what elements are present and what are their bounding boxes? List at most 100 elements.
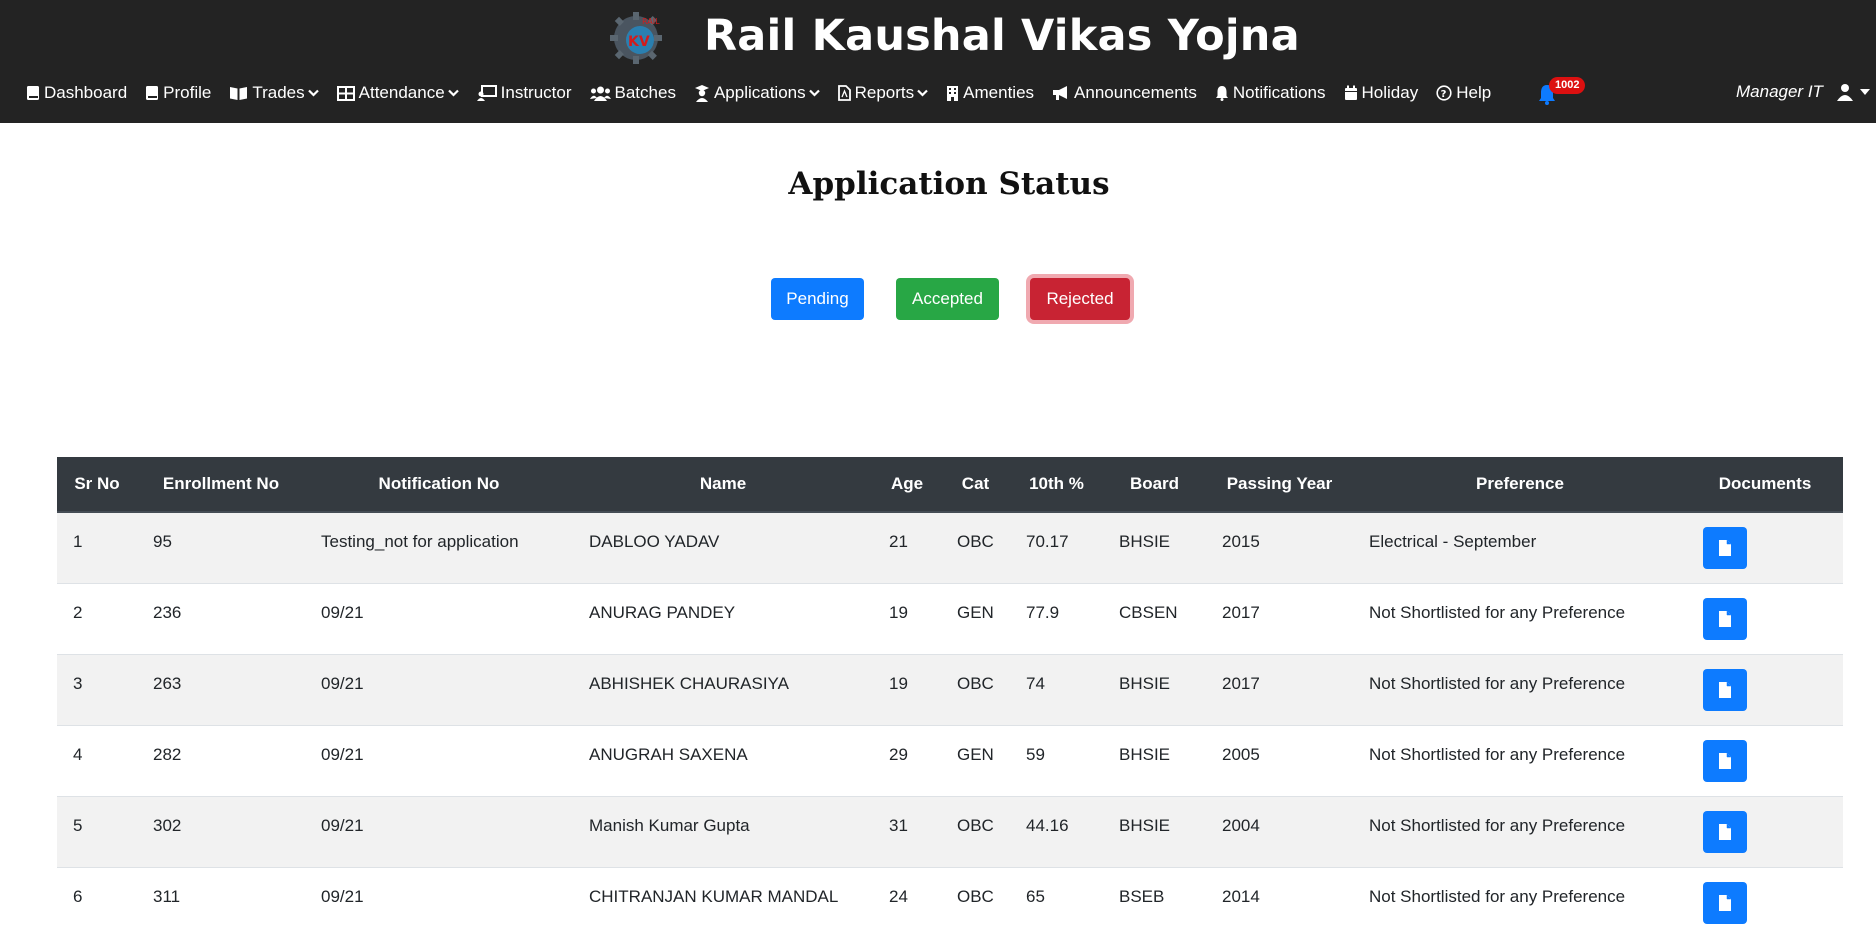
sr-no-cell: 6 xyxy=(73,886,83,906)
name-cell: CHITRANJAN KUMAR MANDAL xyxy=(589,886,839,906)
nav-amenties[interactable]: Amenties xyxy=(946,83,1034,103)
documents-cell xyxy=(1687,867,1843,938)
documents-cell xyxy=(1687,583,1843,654)
nav-dashboard[interactable]: Dashboard xyxy=(26,83,127,103)
preference-cell: Electrical - September xyxy=(1369,532,1537,551)
category-cell: GEN xyxy=(957,744,994,764)
col-header[interactable]: 10th % xyxy=(1010,457,1103,513)
view-documents-button[interactable] xyxy=(1703,810,1747,853)
question-circle-icon: ? xyxy=(1436,85,1452,101)
preference-cell: Not Shortlisted for any Preference xyxy=(1369,673,1626,693)
svg-text:KV: KV xyxy=(628,34,650,50)
board-cell: BHSIE xyxy=(1119,744,1171,764)
enrollment-no-cell: 311 xyxy=(153,886,181,906)
nav-instructor[interactable]: Instructor xyxy=(476,83,572,103)
category-cell: OBC xyxy=(957,815,994,835)
category-cell: OBC xyxy=(957,673,994,693)
tenth-percent-cell: 59 xyxy=(1026,744,1045,764)
category-cell: GEN xyxy=(957,602,994,622)
table-body: 1 95 Testing_not for application DABLOO YAD… xyxy=(57,512,1843,938)
file-icon xyxy=(1719,610,1731,627)
board-cell: BHSIE xyxy=(1119,532,1171,551)
nav-label: Dashboard xyxy=(44,83,128,102)
nav-label: Announcements xyxy=(1074,83,1197,102)
col-header[interactable]: Preference xyxy=(1353,457,1687,513)
col-header[interactable]: Cat xyxy=(941,457,1010,513)
top-header: KV RAIL Rail Kaushal Vikas Yojna Dashboa… xyxy=(0,0,1876,123)
nav-announcements[interactable]: Announcements xyxy=(1052,83,1197,103)
name-cell: Manish Kumar Gupta xyxy=(589,815,750,835)
chevron-down-icon xyxy=(447,89,459,97)
board-cell: CBSEN xyxy=(1119,602,1178,622)
col-header[interactable]: Enrollment No xyxy=(137,457,305,513)
view-documents-button[interactable] xyxy=(1703,597,1747,640)
name-cell: DABLOO YADAV xyxy=(589,532,720,551)
building-icon xyxy=(947,86,959,101)
bullhorn-icon xyxy=(1053,86,1068,100)
nav-help[interactable]: ? Help xyxy=(1436,83,1491,103)
nav-label: Reports xyxy=(854,83,915,102)
tenth-percent-cell: 44.16 xyxy=(1026,815,1069,835)
passing-year-cell: 2004 xyxy=(1222,815,1260,835)
notification-count-badge: 1002 xyxy=(1549,77,1586,94)
nav-notifications[interactable]: Notifications xyxy=(1215,83,1326,103)
pdf-file-icon xyxy=(837,85,851,101)
nav-reports[interactable]: Reports xyxy=(837,83,929,103)
age-cell: 19 xyxy=(889,602,908,622)
col-header[interactable]: Name xyxy=(573,457,873,513)
enrollment-no-cell: 282 xyxy=(153,744,182,764)
brand[interactable]: KV RAIL Rail Kaushal Vikas Yojna xyxy=(606,6,1300,66)
nav-holiday[interactable]: Holiday xyxy=(1344,83,1419,103)
user-menu-toggle[interactable] xyxy=(1836,83,1870,101)
notification-no-cell: 09/21 xyxy=(321,602,364,622)
tenth-percent-cell: 70.17 xyxy=(1026,532,1069,551)
passing-year-cell: 2005 xyxy=(1222,744,1260,764)
book-icon xyxy=(146,86,159,100)
user-name: Manager IT xyxy=(1736,82,1823,101)
chevron-down-icon xyxy=(808,89,820,97)
documents-cell xyxy=(1687,725,1843,796)
board-cell: BSEB xyxy=(1119,886,1165,906)
logo-icon: KV RAIL xyxy=(610,12,662,64)
rejected-filter-button[interactable]: Rejected xyxy=(1030,278,1130,320)
app-title: Rail Kaushal Vikas Yojna xyxy=(704,11,1300,61)
passing-year-cell: 2014 xyxy=(1222,886,1260,906)
nav-label: Holiday xyxy=(1361,83,1419,102)
nav-batches[interactable]: Batches xyxy=(589,83,676,103)
col-header[interactable]: Passing Year xyxy=(1206,457,1353,513)
col-header[interactable]: Notification No xyxy=(305,457,573,513)
accepted-filter-button[interactable]: Accepted xyxy=(896,278,999,320)
age-cell: 31 xyxy=(889,815,908,835)
nav-label: Instructor xyxy=(500,83,572,102)
documents-cell xyxy=(1687,654,1843,725)
tenth-percent-cell: 65 xyxy=(1026,886,1045,906)
enrollment-no-cell: 95 xyxy=(153,532,172,551)
col-header[interactable]: Age xyxy=(873,457,941,513)
graduate-icon xyxy=(694,84,709,102)
chevron-down-icon xyxy=(917,89,928,97)
nav-profile[interactable]: Profile xyxy=(145,83,211,103)
nav-label: Applications xyxy=(713,83,806,102)
main-nav: Dashboard Profile Trades Attendance Inst… xyxy=(26,78,1509,108)
pending-filter-button[interactable]: Pending xyxy=(771,278,864,320)
nav-trades[interactable]: Trades xyxy=(229,83,319,103)
tenth-percent-cell: 77.9 xyxy=(1026,602,1060,622)
sr-no-cell: 5 xyxy=(73,815,83,835)
age-cell: 21 xyxy=(889,532,908,551)
svg-text:?: ? xyxy=(1441,89,1447,100)
col-header[interactable]: Documents xyxy=(1687,457,1843,513)
view-documents-button[interactable] xyxy=(1703,881,1747,924)
col-header[interactable]: Board xyxy=(1103,457,1206,513)
col-header[interactable]: Sr No xyxy=(57,457,137,513)
nav-applications[interactable]: Applications xyxy=(694,83,820,103)
age-cell: 19 xyxy=(889,673,908,693)
table-row: 3 263 09/21 ABHISHEK CHAURASIYA 19 OBC 74 BHSIE… xyxy=(57,654,1843,725)
view-documents-button[interactable] xyxy=(1703,668,1747,711)
open-book-icon xyxy=(230,87,248,100)
view-documents-button[interactable] xyxy=(1703,739,1747,782)
view-documents-button[interactable] xyxy=(1703,527,1747,569)
passing-year-cell: 2017 xyxy=(1222,673,1260,693)
nav-label: Profile xyxy=(163,83,212,102)
users-icon xyxy=(589,86,611,101)
nav-attendance[interactable]: Attendance xyxy=(336,83,459,103)
